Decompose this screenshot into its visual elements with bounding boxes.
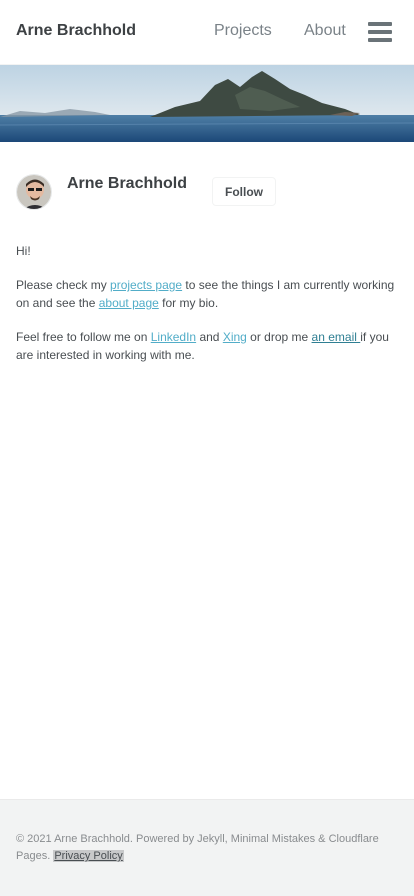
paragraph-text: or drop me <box>246 330 312 344</box>
menu-bar <box>368 30 392 34</box>
paragraph-text: Please check my <box>16 278 111 292</box>
masthead: Arne Brachhold Projects About <box>0 0 414 65</box>
xing-link[interactable]: Xing <box>223 330 247 344</box>
hero-landscape <box>0 65 414 142</box>
page-footer: © 2021 Arne Brachhold. Powered by Jekyll… <box>0 799 414 896</box>
site-title-link[interactable]: Arne Brachhold <box>16 22 136 40</box>
page-content: Hi! Please check my projects page to see… <box>16 242 398 380</box>
menu-bar <box>368 22 392 26</box>
privacy-policy-link[interactable]: Privacy Policy <box>53 850 124 862</box>
paragraph-text: for my bio. <box>158 296 219 310</box>
about-page-link[interactable]: about page <box>99 296 159 310</box>
intro-paragraph: Please check my projects page to see the… <box>16 276 398 312</box>
author-avatar <box>16 174 52 210</box>
page: Arne Brachhold Projects About Arne Brach… <box>0 0 414 896</box>
hero-image <box>0 65 414 142</box>
avatar-image <box>17 175 51 209</box>
email-link[interactable]: an email <box>312 330 361 344</box>
nav-about-link[interactable]: About <box>304 22 346 40</box>
projects-page-link[interactable]: projects page <box>110 278 182 292</box>
paragraph-text: and <box>196 330 223 344</box>
author-name: Arne Brachhold <box>67 175 188 192</box>
greeting-text: Hi! <box>16 244 31 258</box>
linkedin-link[interactable]: LinkedIn <box>151 330 196 344</box>
footer-copyright: © 2021 Arne Brachhold. Powered by Jekyll… <box>16 831 398 865</box>
nav-projects-link[interactable]: Projects <box>214 22 272 40</box>
paragraph-text: Feel free to follow me on <box>16 330 151 344</box>
menu-bar <box>368 38 392 42</box>
hamburger-menu-icon[interactable] <box>368 22 392 42</box>
follow-button[interactable]: Follow <box>212 177 276 206</box>
contact-paragraph: Feel free to follow me on LinkedIn and X… <box>16 328 398 364</box>
